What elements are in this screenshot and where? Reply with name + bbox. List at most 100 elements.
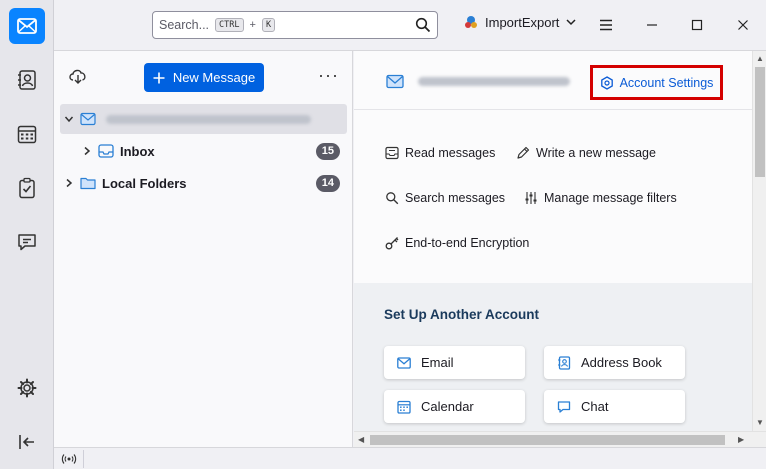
- e2e-encryption-label: End-to-end Encryption: [405, 236, 530, 250]
- write-message-link[interactable]: Write a new message: [516, 146, 656, 160]
- horizontal-scrollbar[interactable]: ◀ ▶: [354, 431, 766, 447]
- mail-space-button[interactable]: [9, 8, 45, 44]
- setup-calendar-label: Calendar: [421, 399, 474, 414]
- account-settings-label: Account Settings: [619, 75, 714, 90]
- tasks-space-button[interactable]: [9, 170, 45, 206]
- address-book-space-button[interactable]: [9, 62, 45, 98]
- folder-label: Inbox: [120, 143, 155, 159]
- mail-icon: [17, 18, 37, 34]
- calendar-icon: [17, 125, 37, 144]
- tasks-icon: [19, 177, 35, 199]
- online-status-icon[interactable]: [61, 452, 77, 466]
- calendar-icon: [397, 400, 411, 414]
- cloud-download-icon: [69, 69, 86, 84]
- setup-address-book-button[interactable]: Address Book: [544, 346, 685, 379]
- close-icon: [738, 20, 748, 30]
- address-book-icon: [18, 70, 36, 90]
- search-messages-label: Search messages: [405, 191, 506, 205]
- shortcut-key-ctrl: CTRL: [215, 18, 244, 32]
- minimize-button[interactable]: [640, 13, 664, 37]
- unread-count-badge: 14: [315, 175, 340, 192]
- vertical-scrollbar[interactable]: ▲ ▼: [752, 51, 766, 431]
- account-header: [386, 74, 570, 89]
- expand-chevron-icon[interactable]: [78, 146, 96, 156]
- setup-chat-label: Chat: [581, 399, 609, 414]
- calendar-space-button[interactable]: [9, 116, 45, 152]
- new-message-label: New Message: [172, 70, 256, 85]
- read-messages-link[interactable]: Read messages: [385, 146, 495, 160]
- new-message-button[interactable]: New Message: [144, 63, 264, 92]
- chat-icon: [18, 234, 36, 251]
- mail-icon: [397, 356, 411, 369]
- collapse-chevron-icon[interactable]: [60, 114, 78, 124]
- folder-inbox[interactable]: Inbox 15: [60, 136, 347, 166]
- status-separator: [83, 450, 84, 468]
- search-placeholder: Search...: [159, 18, 210, 32]
- header-divider: [354, 109, 752, 110]
- scroll-left-arrow-icon[interactable]: ◀: [358, 435, 364, 444]
- manage-filters-link[interactable]: Manage message filters: [524, 191, 677, 205]
- plus-icon: [153, 72, 165, 83]
- e2e-encryption-link[interactable]: End-to-end Encryption: [385, 236, 529, 250]
- read-messages-label: Read messages: [405, 146, 496, 160]
- close-window-button[interactable]: [731, 13, 755, 37]
- account-mail-icon: [80, 112, 96, 126]
- chat-space-button[interactable]: [9, 224, 45, 260]
- hamburger-menu-icon: [600, 19, 612, 31]
- address-book-icon: [558, 355, 571, 370]
- account-settings-link[interactable]: Account Settings: [590, 65, 723, 100]
- account-central-header: Account Settings Read messages Write a n…: [354, 51, 752, 283]
- scroll-up-arrow-icon[interactable]: ▲: [756, 54, 764, 63]
- shortcut-key-k: K: [261, 18, 276, 32]
- maximize-icon: [691, 19, 703, 31]
- account-row[interactable]: [60, 104, 347, 134]
- importexport-icon: [465, 16, 477, 28]
- importexport-addon-button[interactable]: ImportExport: [463, 14, 577, 30]
- gear-icon: [17, 378, 37, 398]
- setup-email-label: Email: [421, 355, 454, 370]
- maximize-button[interactable]: [685, 13, 709, 37]
- account-email-redacted: [106, 114, 311, 124]
- manage-filters-label: Manage message filters: [544, 191, 677, 205]
- app-menu-button[interactable]: [594, 13, 618, 37]
- setup-address-book-label: Address Book: [581, 355, 662, 370]
- global-search-box[interactable]: Search... CTRL + K: [152, 11, 438, 39]
- titlebar: Search... CTRL + K ImportExport: [54, 0, 766, 51]
- vertical-scroll-thumb[interactable]: [755, 67, 765, 177]
- setup-calendar-button[interactable]: Calendar: [384, 390, 525, 423]
- chat-icon: [557, 400, 571, 413]
- get-messages-button[interactable]: [68, 67, 88, 88]
- scroll-right-arrow-icon[interactable]: ▶: [738, 435, 744, 444]
- folder-local-folders[interactable]: Local Folders 14: [60, 168, 347, 198]
- read-messages-icon: [385, 146, 399, 160]
- setup-account-heading: Set Up Another Account: [384, 307, 539, 322]
- hexagon-settings-icon: [600, 75, 613, 90]
- search-messages-link[interactable]: Search messages: [385, 191, 505, 205]
- chevron-down-icon: [566, 19, 576, 26]
- search-icon: [386, 192, 399, 205]
- search-icon[interactable]: [415, 17, 431, 33]
- write-message-label: Write a new message: [536, 146, 656, 160]
- collapse-spaces-button[interactable]: [9, 424, 45, 460]
- shortcut-plus: +: [249, 19, 256, 31]
- setup-email-button[interactable]: Email: [384, 346, 525, 379]
- scroll-down-arrow-icon[interactable]: ▼: [756, 418, 764, 427]
- addon-label: ImportExport: [485, 14, 560, 30]
- folder-pane: New Message ··· Inbox 15 Local Folders 1…: [54, 51, 353, 447]
- filter-sliders-icon: [525, 192, 537, 204]
- folder-pane-more-button[interactable]: ···: [318, 65, 339, 86]
- account-mail-icon: [386, 74, 404, 89]
- minimize-icon: [647, 24, 657, 26]
- expand-chevron-icon[interactable]: [60, 178, 78, 188]
- horizontal-scroll-thumb[interactable]: [370, 435, 725, 445]
- key-icon: [385, 237, 399, 250]
- unread-count-badge: 15: [315, 143, 340, 160]
- spaces-toolbar: [0, 0, 54, 469]
- collapse-left-icon: [19, 435, 34, 449]
- setup-chat-button[interactable]: Chat: [544, 390, 685, 423]
- pencil-icon: [517, 146, 530, 159]
- status-bar: [54, 447, 766, 469]
- settings-space-button[interactable]: [9, 370, 45, 406]
- folder-label: Local Folders: [102, 175, 187, 191]
- account-email-redacted: [418, 77, 570, 86]
